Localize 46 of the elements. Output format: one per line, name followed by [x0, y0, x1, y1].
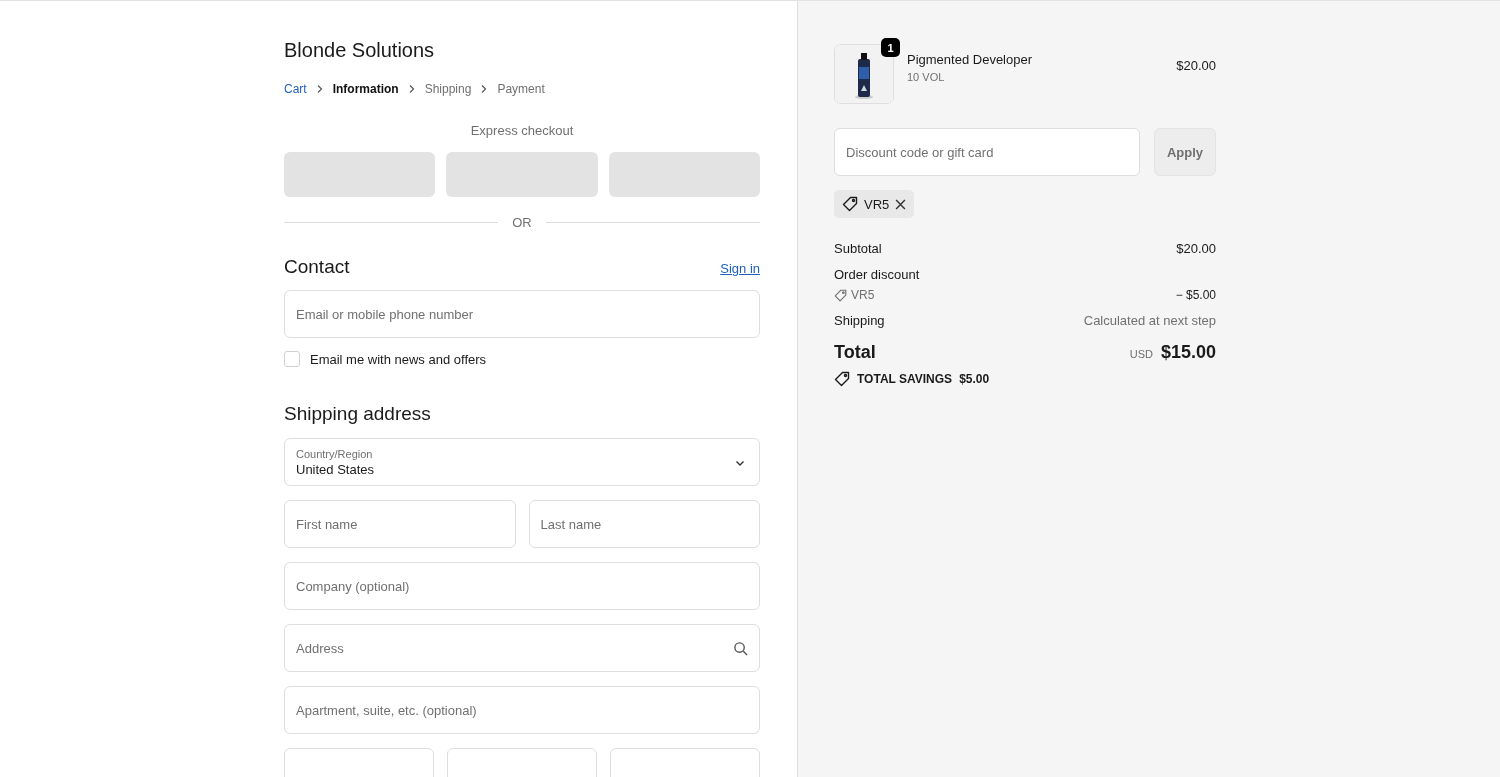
- discount-code: VR5: [851, 288, 875, 302]
- tag-icon: [842, 196, 858, 212]
- store-name: Blonde Solutions: [284, 39, 436, 62]
- express-pay-button[interactable]: [284, 152, 436, 197]
- currency-code: USD: [1129, 348, 1153, 360]
- address-field[interactable]: Address: [284, 624, 760, 672]
- country-select[interactable]: Country/Region United States: [284, 438, 760, 486]
- discount-field[interactable]: Discount code or gift card: [834, 128, 1140, 176]
- total-label: Total: [834, 342, 876, 363]
- product-variant: 10 VOL: [907, 70, 946, 83]
- checkbox-label: Email me with news and offers: [310, 351, 487, 367]
- section-title: Contact: [284, 256, 350, 278]
- breadcrumb-step: Information: [332, 82, 399, 96]
- chevron-down-icon: [735, 458, 745, 468]
- express-pay-button[interactable]: [446, 152, 598, 197]
- or-separator: OR: [512, 215, 532, 230]
- apply-button[interactable]: Apply: [1154, 128, 1216, 176]
- express-checkout-title: Express checkout: [469, 123, 575, 138]
- tag-icon: [834, 288, 847, 302]
- discount-code: VR5: [864, 196, 890, 212]
- breadcrumb-step: Payment: [497, 82, 545, 96]
- summary-value: $20.00: [1176, 241, 1216, 256]
- input-field[interactable]: Company (optional): [284, 562, 760, 610]
- close-icon[interactable]: [895, 198, 907, 210]
- quantity-badge: 1: [881, 38, 900, 57]
- input-field[interactable]: First name: [284, 500, 516, 548]
- product-price: $20.00: [1176, 58, 1216, 73]
- savings-label: TOTAL SAVINGS: [857, 372, 953, 386]
- search-icon: [733, 640, 748, 656]
- sign-in-link[interactable]: Sign in: [720, 261, 760, 276]
- input-field[interactable]: Apartment, suite, etc. (optional): [284, 686, 760, 734]
- summary-label: Order discount: [834, 267, 920, 282]
- summary-value: Calculated at next step: [1083, 313, 1216, 328]
- savings-amount: $5.00: [959, 372, 990, 386]
- checkbox[interactable]: [284, 351, 300, 367]
- section-title: Shipping address: [284, 403, 431, 425]
- summary-label: Shipping: [834, 313, 885, 328]
- email-field[interactable]: Email or mobile phone number: [284, 290, 760, 338]
- summary-value: − $5.00: [1175, 288, 1216, 302]
- breadcrumb-step: Shipping: [424, 82, 472, 96]
- breadcrumb-step[interactable]: Cart: [284, 82, 307, 96]
- product-name: Pigmented Developer: [907, 51, 1034, 67]
- summary-label: Subtotal: [834, 241, 882, 256]
- total-amount: $15.00: [1160, 342, 1216, 363]
- input-field[interactable]: Last name: [528, 500, 760, 548]
- express-pay-button[interactable]: [608, 152, 760, 197]
